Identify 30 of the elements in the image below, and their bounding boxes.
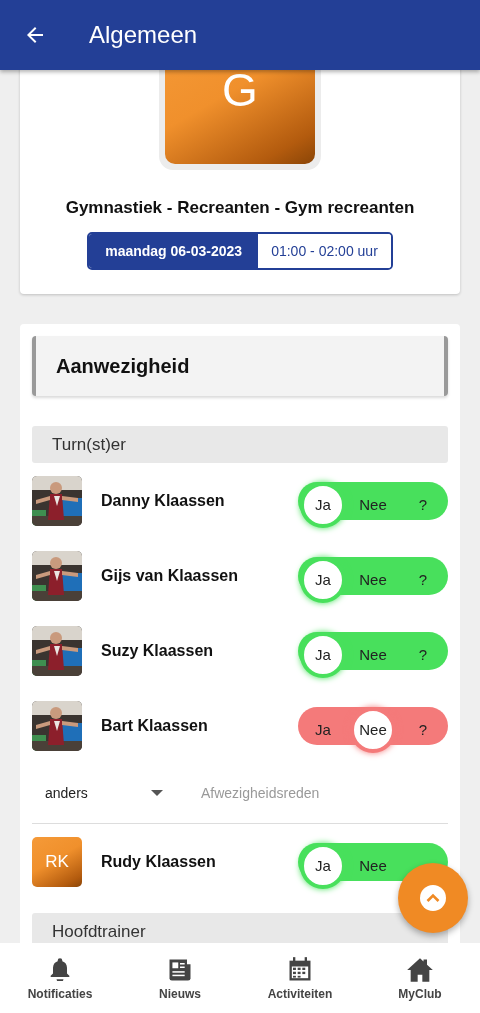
- member-name: Gijs van Klaassen: [101, 566, 239, 585]
- reason-field[interactable]: Afwezigheidsreden: [201, 785, 401, 801]
- attendance-option[interactable]: ?: [400, 706, 446, 753]
- section-title: Aanwezigheid: [32, 336, 448, 396]
- caret-icon: [151, 790, 163, 796]
- reason-dropdown[interactable]: anders: [45, 785, 163, 801]
- attendance-option[interactable]: Ja: [300, 706, 346, 753]
- member-name: Rudy Klaassen: [101, 852, 217, 871]
- event-date: maandag 06-03-2023: [89, 234, 259, 268]
- member-name: Danny Klaassen: [101, 491, 226, 510]
- group-header: Hoofdtrainer: [32, 913, 448, 943]
- attendance-option[interactable]: Nee: [350, 481, 396, 528]
- nav-tab[interactable]: MyClub: [360, 943, 480, 1013]
- chevron-up-icon: [420, 885, 446, 911]
- avatar-initials: RK: [32, 836, 82, 887]
- nav-tab[interactable]: Activiteiten: [240, 943, 360, 1013]
- nav-tab[interactable]: Nieuws: [120, 943, 240, 1013]
- group-header: Turn(st)er: [32, 426, 448, 463]
- page-title: Algemeen: [89, 21, 198, 49]
- attendance-option[interactable]: Nee: [350, 631, 396, 678]
- event-title: Gymnastiek - Recreanten - Gym recreanten: [65, 198, 415, 218]
- attendance-option[interactable]: ?: [400, 481, 446, 528]
- member-name: Bart Klaassen: [101, 716, 209, 735]
- club-logo: G: [165, 70, 315, 164]
- member-name: Suzy Klaassen: [101, 641, 215, 660]
- attendance-option[interactable]: Nee: [350, 842, 396, 889]
- attendance-option[interactable]: ?: [400, 556, 446, 603]
- attendance-option[interactable]: Nee: [350, 556, 396, 603]
- nav-tab[interactable]: Notificaties: [0, 943, 120, 1013]
- attendance-option[interactable]: ?: [400, 631, 446, 678]
